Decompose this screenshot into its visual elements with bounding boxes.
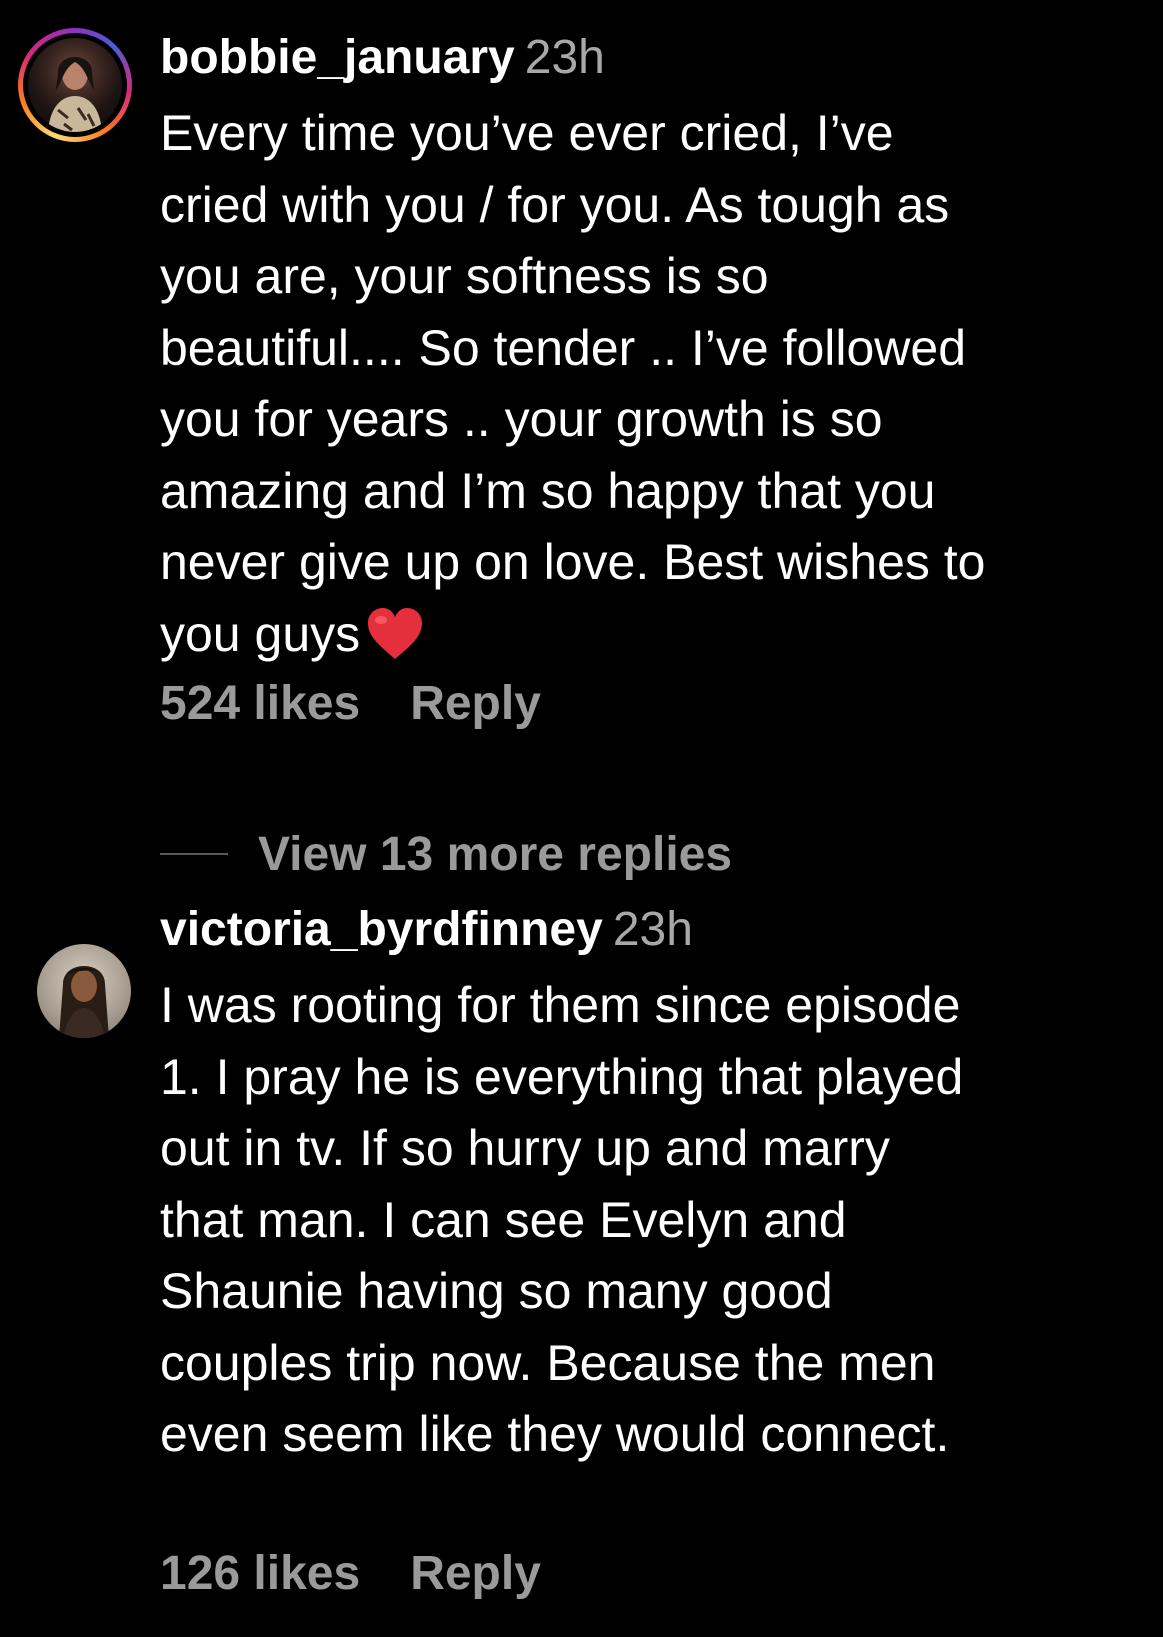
avatar-story-ring[interactable]: [18, 28, 132, 142]
comment-actions: 126 likes Reply: [160, 1546, 541, 1601]
comment-text: I was rooting for them since episode 1. …: [160, 970, 1135, 1471]
comment-line: you are, your softness is so: [160, 248, 769, 304]
avatar-photo-icon: [59, 966, 109, 1038]
comment-line: I was rooting for them since episode: [160, 977, 961, 1033]
comment-line: couples trip now. Because the men: [160, 1334, 936, 1391]
timestamp: 23h: [524, 31, 605, 84]
comment-line: amazing and I’m so happy that you: [160, 462, 936, 519]
comment-line: cried with you / for you. As tough as: [160, 176, 950, 233]
username[interactable]: victoria_byrdfinney: [160, 903, 603, 956]
comment-last-line: you guys: [160, 599, 1135, 671]
replies-divider: [160, 853, 228, 855]
comment-line: Shaunie having so many good: [160, 1263, 833, 1319]
comment-line: beautiful.... So tender .. I’ve followed: [160, 319, 967, 376]
comment-text: Every time you’ve ever cried, I’ve cried…: [160, 98, 1135, 670]
comment-line: never give up on love. Best wishes to: [160, 534, 986, 590]
comment-header: victoria_byrdfinney 23h: [160, 902, 1135, 958]
comment-line: out in tv. If so hurry up and marry: [160, 1120, 890, 1176]
comment-content: victoria_byrdfinney 23h I was rooting for…: [160, 902, 1135, 1471]
red-heart-emoji-icon: [366, 607, 424, 661]
like-count[interactable]: 126 likes: [160, 1546, 360, 1601]
comment-line: even seem like they would connect.: [160, 1406, 950, 1462]
reply-button[interactable]: Reply: [410, 676, 541, 731]
like-count[interactable]: 524 likes: [160, 676, 360, 731]
comment-line: 1. I pray he is everything that played: [160, 1048, 964, 1105]
comment-line: Every time you’ve ever cried, I’ve: [160, 105, 894, 161]
avatar[interactable]: [37, 944, 131, 1038]
avatar-photo-icon: [48, 57, 102, 132]
comment-header: bobbie_january 23h: [160, 30, 1135, 86]
comment-line: that man. I can see Evelyn and: [160, 1191, 847, 1248]
avatar: [28, 38, 122, 132]
comment-line: you for years .. your growth is so: [160, 391, 883, 447]
reply-button[interactable]: Reply: [410, 1546, 541, 1601]
comment-actions: 524 likes Reply: [160, 676, 541, 731]
username[interactable]: bobbie_january: [160, 31, 515, 84]
view-replies-label: View 13 more replies: [258, 827, 733, 881]
comment-content: bobbie_january 23h Every time you’ve ever…: [160, 30, 1135, 670]
view-more-replies-button[interactable]: View 13 more replies: [160, 826, 732, 882]
comment-line: you guys: [160, 605, 361, 662]
timestamp: 23h: [612, 903, 693, 956]
